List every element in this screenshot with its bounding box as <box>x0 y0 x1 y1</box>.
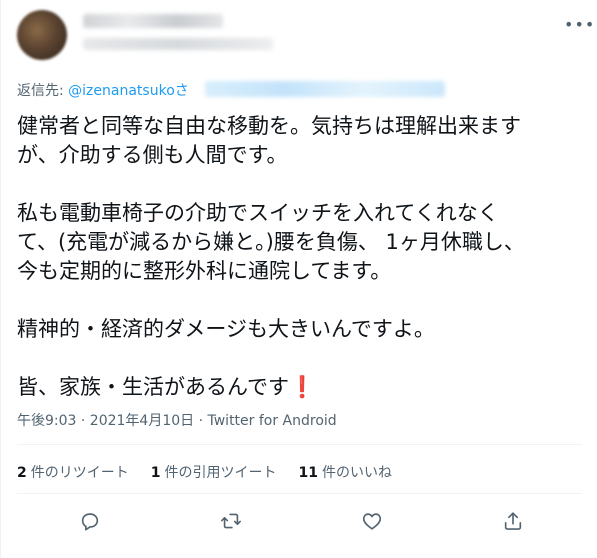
exclamation-emoji: ❗ <box>288 375 316 399</box>
tweet-line: 私も電動車椅子の介助でスイッチを入れてくれなく <box>17 201 499 225</box>
tweet-paragraph: 健常者と同等な自由な移動を。気持ちは理解出来ます が、介助する側も人間です。 <box>17 112 582 170</box>
tweet-paragraph: 皆、家族・生活があるんです❗ <box>17 373 582 402</box>
avatar[interactable] <box>17 10 67 60</box>
divider <box>17 493 582 494</box>
reply-button[interactable] <box>77 510 103 536</box>
reply-to-mention-suffix[interactable]: さ <box>175 83 189 99</box>
tweet-line: て、(充電が減るから嫌と。)腰を負傷、 1ヶ月休職し、 <box>17 230 525 254</box>
tweet-line: 健常者と同等な自由な移動を。気持ちは理解出来ます <box>17 114 521 138</box>
reply-icon <box>79 510 101 536</box>
likes-label: 件のいいね <box>321 465 392 481</box>
tweet-line: 皆、家族・生活があるんです❗ <box>17 373 582 402</box>
retweet-icon <box>220 510 242 536</box>
likes-count-link[interactable]: 11 件のいいね <box>299 462 392 482</box>
share-icon <box>502 510 524 536</box>
more-options-button[interactable]: ••• <box>564 17 594 33</box>
reply-to-redacted <box>205 81 445 97</box>
action-bar <box>1 506 597 540</box>
quotes-label: 件の引用ツイート <box>164 465 277 481</box>
engagement-stats: 2 件のリツイート 1 件の引用ツイート 11 件のいいね <box>17 462 392 482</box>
tweet-card: ••• 返信先: @izenanatsukoさ 健常者と同等な自由な移動を。気持… <box>0 0 597 558</box>
heart-icon <box>361 510 383 536</box>
retweets-count-link[interactable]: 2 件のリツイート <box>17 462 129 482</box>
display-name-redacted[interactable] <box>83 14 223 28</box>
retweets-label: 件のリツイート <box>30 465 129 481</box>
tweet-line-text: 皆、家族・生活があるんです <box>17 375 289 399</box>
tweet-line: 精神的・経済的ダメージも大きいんですよ。 <box>17 317 435 341</box>
quotes-count: 1 <box>150 465 161 481</box>
tweet-line: 今も定期的に整形外科に通院してます。 <box>17 259 392 283</box>
share-button[interactable] <box>500 510 526 536</box>
divider <box>17 444 582 445</box>
reply-to-mention[interactable]: @izenanatsuko <box>68 83 175 99</box>
reply-to-prefix: 返信先: <box>17 83 69 99</box>
like-button[interactable] <box>359 510 385 536</box>
quotes-count-link[interactable]: 1 件の引用ツイート <box>151 462 277 482</box>
reply-to-line: 返信先: @izenanatsukoさ <box>17 80 189 100</box>
tweet-timestamp-source[interactable]: 午後9:03 · 2021年4月10日 · Twitter for Androi… <box>17 410 337 430</box>
likes-count: 11 <box>298 465 318 481</box>
tweet-text: 健常者と同等な自由な移動を。気持ちは理解出来ます が、介助する側も人間です。 私… <box>17 112 582 402</box>
tweet-paragraph: 精神的・経済的ダメージも大きいんですよ。 <box>17 315 582 344</box>
retweets-count: 2 <box>17 465 27 481</box>
tweet-line: が、介助する側も人間です。 <box>17 143 288 167</box>
retweet-button[interactable] <box>218 510 244 536</box>
tweet-paragraph: 私も電動車椅子の介助でスイッチを入れてくれなく て、(充電が減るから嫌と。)腰を… <box>17 199 582 286</box>
username-redacted[interactable] <box>83 38 273 50</box>
